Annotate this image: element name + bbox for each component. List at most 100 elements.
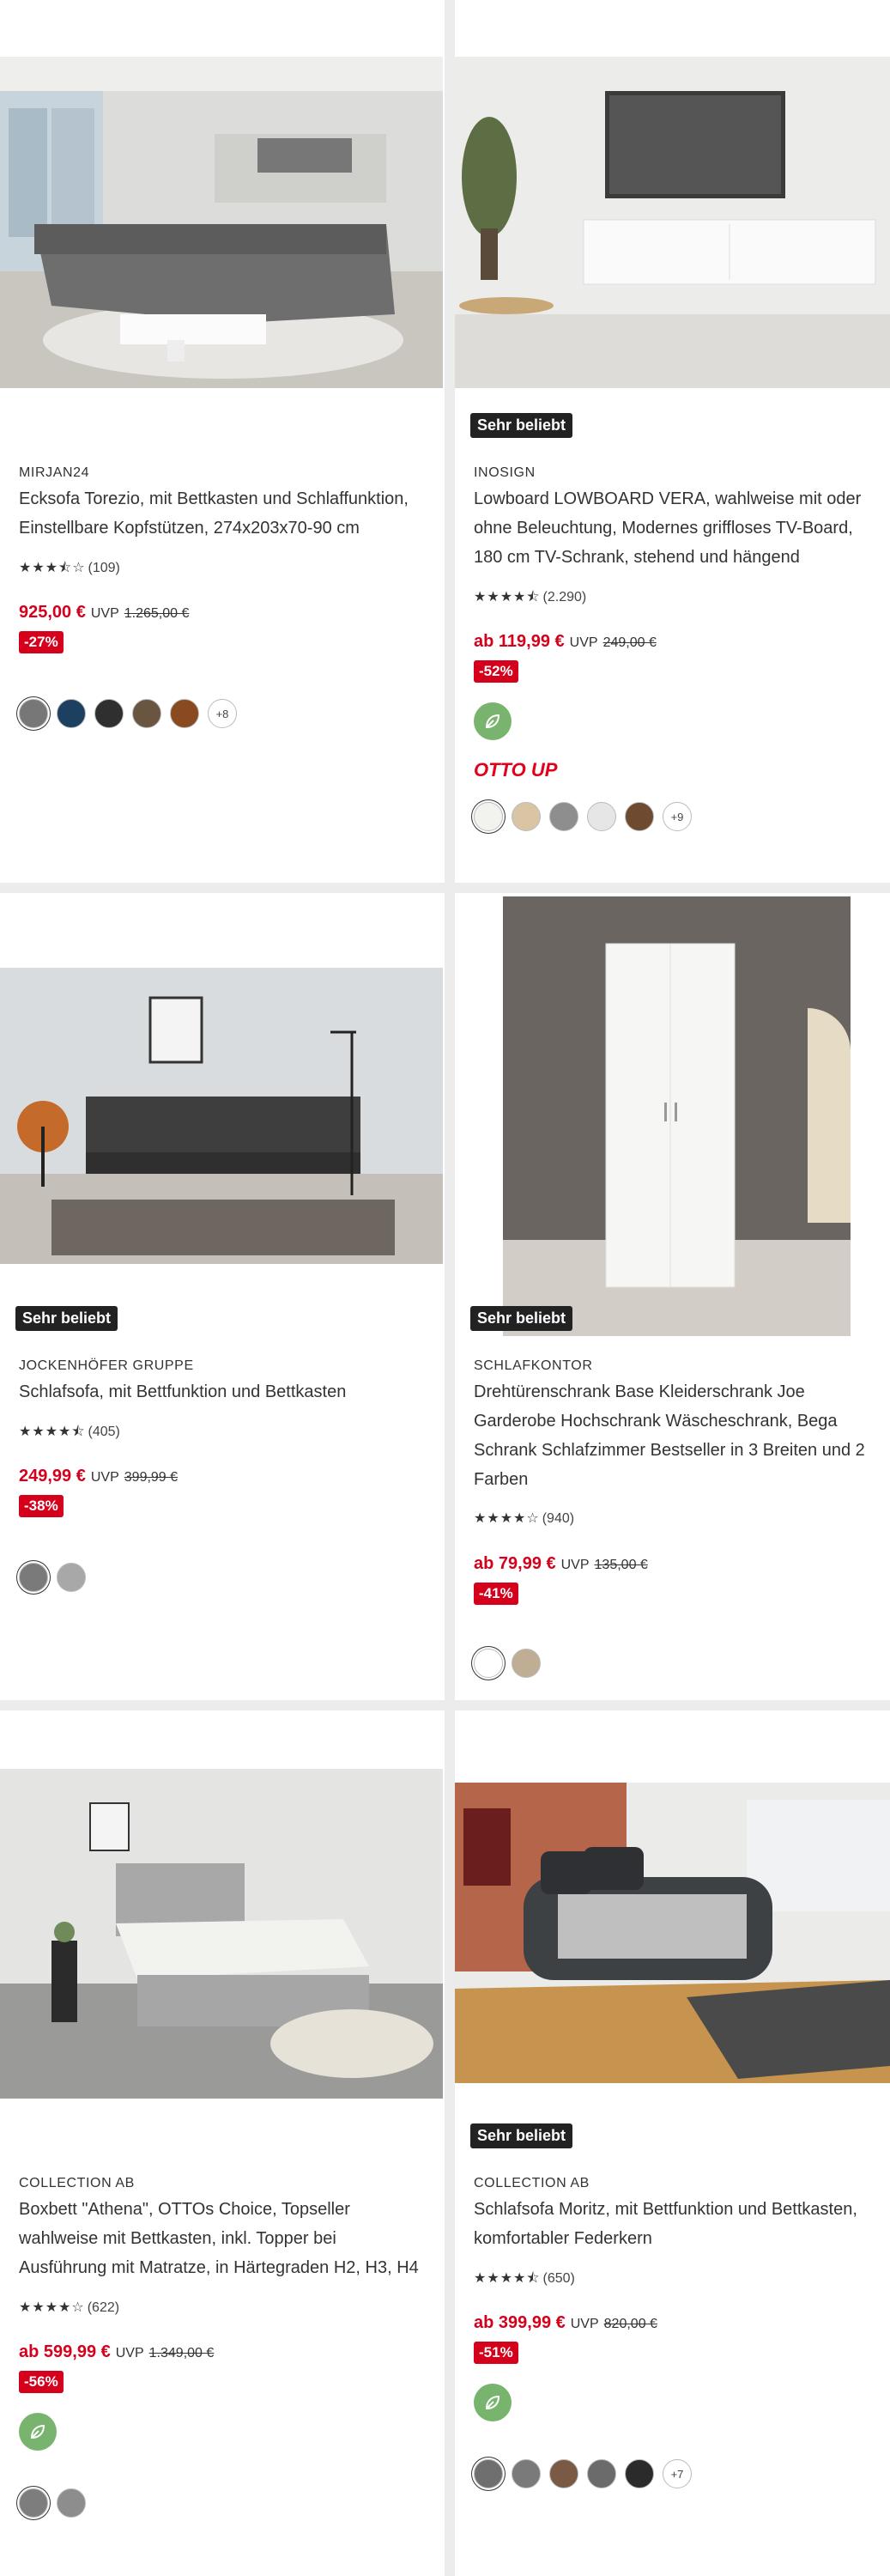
review-count: (109) (88, 561, 120, 575)
product-card[interactable]: Sehr beliebt COLLECTION AB Schlafsofa Mo… (455, 1710, 890, 2576)
color-swatch[interactable] (625, 802, 654, 831)
color-swatch[interactable] (19, 699, 48, 728)
leaf-icon[interactable] (474, 702, 512, 740)
color-swatch[interactable] (587, 802, 616, 831)
color-swatch[interactable] (19, 2488, 48, 2518)
more-colors-button[interactable]: +7 (663, 2459, 692, 2488)
title-line: Ausführung mit Matratze, in Härtegraden … (19, 2258, 419, 2277)
discount-badge: -27% (19, 631, 64, 653)
current-price: ab 79,99 € (474, 1554, 556, 1573)
product-brand: SCHLAFKONTOR (474, 1358, 593, 1373)
color-swatch[interactable] (170, 699, 199, 728)
discount-badge: -38% (19, 1495, 64, 1517)
color-swatch[interactable] (474, 1649, 503, 1678)
discount-badge: -51% (474, 2342, 518, 2364)
title-line: Schrank Schlafzimmer Bestseller in 3 Bre… (474, 1441, 865, 1460)
product-brand: COLLECTION AB (474, 2176, 590, 2190)
product-card[interactable]: Sehr beliebt SCHLAFKONTOR Drehtürenschra… (455, 893, 890, 1700)
title-line: Garderobe Hochschrank Wäscheschrank, Beg… (474, 1412, 838, 1431)
review-count: (405) (88, 1425, 120, 1439)
color-swatch[interactable] (57, 1563, 86, 1592)
color-swatch[interactable] (474, 802, 503, 831)
discount-badge: -41% (474, 1583, 518, 1605)
product-image[interactable] (0, 968, 443, 1264)
current-price: 249,99 € (19, 1467, 86, 1485)
product-image[interactable] (0, 1769, 443, 2099)
otto-up-logo: OTTO UP (474, 759, 558, 781)
uvp-label: UVP (570, 2317, 599, 2331)
color-swatch[interactable] (512, 802, 541, 831)
more-colors-button[interactable]: +9 (663, 802, 692, 831)
price-row: 249,99 € UVP 399,99 € (19, 1467, 178, 1486)
color-swatch[interactable] (512, 1649, 541, 1678)
product-card[interactable]: MIRJAN24 Ecksofa Torezio, mit Bettkasten… (0, 0, 445, 883)
color-swatch[interactable] (57, 699, 86, 728)
product-card[interactable]: Sehr beliebt INOSIGN Lowboard LOWBOARD V… (455, 0, 890, 883)
product-card[interactable]: Sehr beliebt JOCKENHÖFER GRUPPE Schlafso… (0, 893, 445, 1700)
more-colors-button[interactable]: +8 (208, 699, 237, 728)
uvp-label: UVP (115, 2346, 144, 2360)
title-line: Drehtürenschrank Base Kleiderschrank Joe (474, 1382, 805, 1401)
price-row: ab 599,99 € UVP 1.349,00 € (19, 2342, 214, 2362)
product-title[interactable]: Boxbett "Athena", OTTOs Choice, Topselle… (19, 2195, 427, 2282)
color-swatch[interactable] (19, 1563, 48, 1592)
color-swatches: +7 (474, 2459, 692, 2488)
color-swatch[interactable] (512, 2459, 541, 2488)
title-line: wahlweise mit Bettkasten, inkl. Topper b… (19, 2229, 336, 2248)
product-card[interactable]: COLLECTION AB Boxbett "Athena", OTTOs Ch… (0, 1710, 445, 2576)
title-line: ohne Beleuchtung, Modernes griffloses TV… (474, 519, 853, 538)
popular-badge: Sehr beliebt (470, 2123, 573, 2148)
product-title[interactable]: Schlafsofa Moritz, mit Bettfunktion und … (474, 2195, 873, 2253)
color-swatch[interactable] (625, 2459, 654, 2488)
title-line: Schlafsofa Moritz, mit Bettfunktion und … (474, 2200, 857, 2219)
product-rating: ★ ★ ★ ★ ☆ (622) (19, 2300, 119, 2316)
product-title[interactable]: Ecksofa Torezio, mit Bettkasten und Schl… (19, 484, 427, 543)
product-brand: MIRJAN24 (19, 465, 90, 480)
color-swatch[interactable] (474, 2459, 503, 2488)
leaf-icon[interactable] (474, 2384, 512, 2421)
price-row: ab 79,99 € UVP 135,00 € (474, 1554, 648, 1574)
color-swatches: +9 (474, 802, 692, 831)
current-price: 925,00 € (19, 603, 86, 622)
color-swatch[interactable] (587, 2459, 616, 2488)
rating-stars-icon: ★ ★ ★ ★ ☆ (474, 1511, 539, 1526)
title-line: Schlafsofa, mit Bettfunktion und Bettkas… (19, 1382, 347, 1401)
title-line: komfortabler Federkern (474, 2229, 652, 2248)
current-price: ab 119,99 € (474, 632, 565, 651)
product-image[interactable] (503, 896, 851, 1336)
review-count: (650) (542, 2271, 575, 2286)
product-title[interactable]: Lowboard LOWBOARD VERA, wahlweise mit od… (474, 484, 873, 572)
rating-stars-icon: ★ ★ ★ ★ ⯪ (474, 2271, 540, 2286)
uvp-label: UVP (569, 635, 598, 650)
popular-badge: Sehr beliebt (470, 413, 573, 438)
title-line: Ecksofa Torezio, mit Bettkasten und Schl… (19, 489, 409, 508)
color-swatch[interactable] (57, 2488, 86, 2518)
old-price: 1.349,00 € (148, 2346, 215, 2360)
price-row: 925,00 € UVP 1.265,00 € (19, 603, 189, 623)
rating-stars-icon: ★ ★ ★ ★ ⯪ (19, 1425, 85, 1439)
color-swatch[interactable] (94, 699, 124, 728)
product-image[interactable] (455, 1783, 890, 2083)
current-price: ab 399,99 € (474, 2313, 566, 2332)
popular-badge: Sehr beliebt (15, 1306, 118, 1331)
product-rating: ★ ★ ★ ★ ⯪ (650) (474, 2271, 575, 2287)
product-image[interactable] (0, 57, 443, 388)
color-swatch[interactable] (549, 802, 578, 831)
product-brand: COLLECTION AB (19, 2176, 135, 2190)
product-rating: ★ ★ ★ ★ ⯪ (2.290) (474, 590, 586, 605)
product-image[interactable] (455, 57, 890, 388)
old-price: 249,00 € (602, 635, 657, 650)
title-line: Farben (474, 1470, 529, 1489)
price-row: ab 399,99 € UVP 820,00 € (474, 2313, 657, 2333)
uvp-label: UVP (90, 606, 119, 621)
old-price: 1.265,00 € (124, 606, 190, 621)
product-title[interactable]: Drehtürenschrank Base Kleiderschrank Joe… (474, 1377, 873, 1494)
leaf-icon[interactable] (19, 2413, 57, 2451)
old-price: 399,99 € (124, 1470, 179, 1485)
uvp-label: UVP (560, 1558, 590, 1572)
color-swatch[interactable] (132, 699, 161, 728)
color-swatch[interactable] (549, 2459, 578, 2488)
review-count: (622) (87, 2300, 120, 2315)
current-price: ab 599,99 € (19, 2342, 111, 2361)
product-title[interactable]: Schlafsofa, mit Bettfunktion und Bettkas… (19, 1377, 427, 1406)
